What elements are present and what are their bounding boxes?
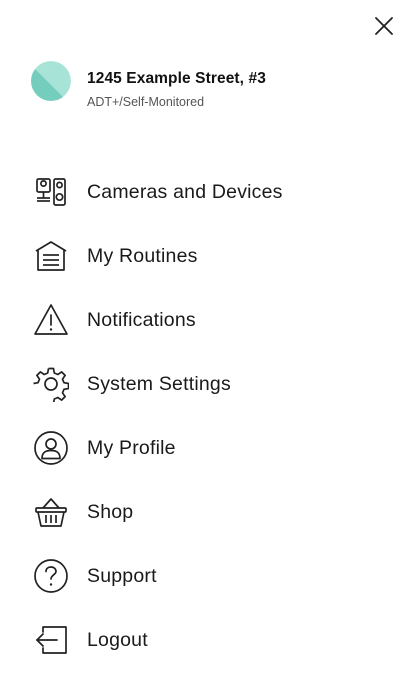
menu-item-label: System Settings: [87, 372, 231, 395]
menu-item-label: Logout: [87, 628, 148, 651]
logout-icon: [33, 622, 69, 658]
menu-item-label: Notifications: [87, 308, 196, 331]
menu-item-system-settings[interactable]: System Settings: [0, 352, 410, 416]
menu-item-logout[interactable]: Logout: [0, 608, 410, 672]
menu-item-label: Shop: [87, 500, 134, 523]
menu-item-label: My Profile: [87, 436, 176, 459]
avatar: [31, 61, 71, 101]
gear-icon: [33, 366, 69, 402]
navigation-menu: Cameras and Devices My Routines Notifica…: [0, 160, 410, 672]
account-title: 1245 Example Street, #3: [87, 70, 266, 87]
warning-icon: [33, 302, 69, 338]
cameras-devices-icon: [33, 174, 69, 210]
menu-item-label: Support: [87, 564, 157, 587]
menu-item-label: Cameras and Devices: [87, 180, 283, 203]
user-profile-icon: [33, 430, 69, 466]
menu-item-my-routines[interactable]: My Routines: [0, 224, 410, 288]
account-header[interactable]: 1245 Example Street, #3 ADT+/Self-Monito…: [31, 61, 391, 115]
menu-item-cameras-and-devices[interactable]: Cameras and Devices: [0, 160, 410, 224]
menu-item-shop[interactable]: Shop: [0, 480, 410, 544]
question-icon: [33, 558, 69, 594]
menu-item-label: My Routines: [87, 244, 198, 267]
account-subtitle: ADT+/Self-Monitored: [87, 95, 205, 109]
menu-item-support[interactable]: Support: [0, 544, 410, 608]
avatar-icon: [31, 61, 71, 101]
basket-icon: [33, 494, 69, 530]
routines-icon: [33, 238, 69, 274]
menu-item-my-profile[interactable]: My Profile: [0, 416, 410, 480]
menu-item-notifications[interactable]: Notifications: [0, 288, 410, 352]
close-icon[interactable]: [372, 14, 396, 38]
close-button[interactable]: [372, 14, 396, 38]
